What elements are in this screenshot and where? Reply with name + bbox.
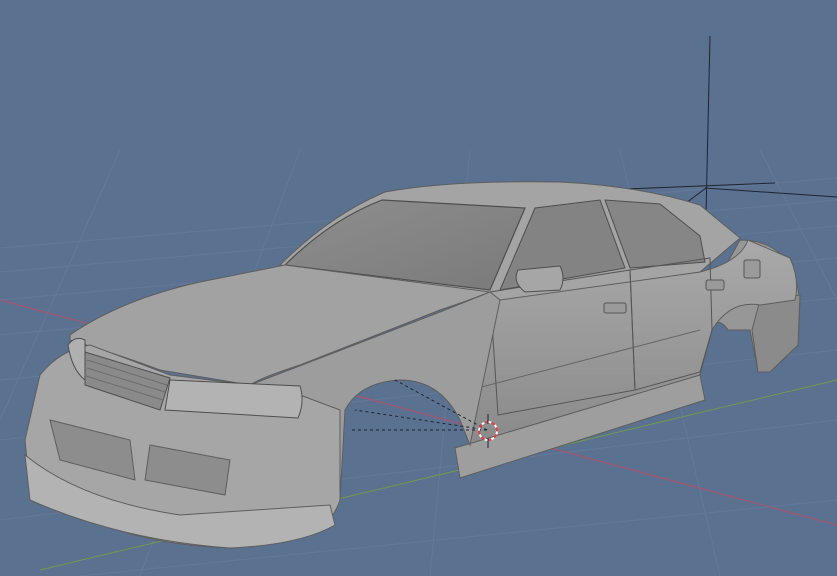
fuel-lid <box>743 259 761 279</box>
door-handle-rear <box>705 279 725 291</box>
door-handle-front <box>603 302 627 314</box>
3d-viewport[interactable] <box>0 0 837 576</box>
viewport-canvas[interactable] <box>0 0 837 576</box>
